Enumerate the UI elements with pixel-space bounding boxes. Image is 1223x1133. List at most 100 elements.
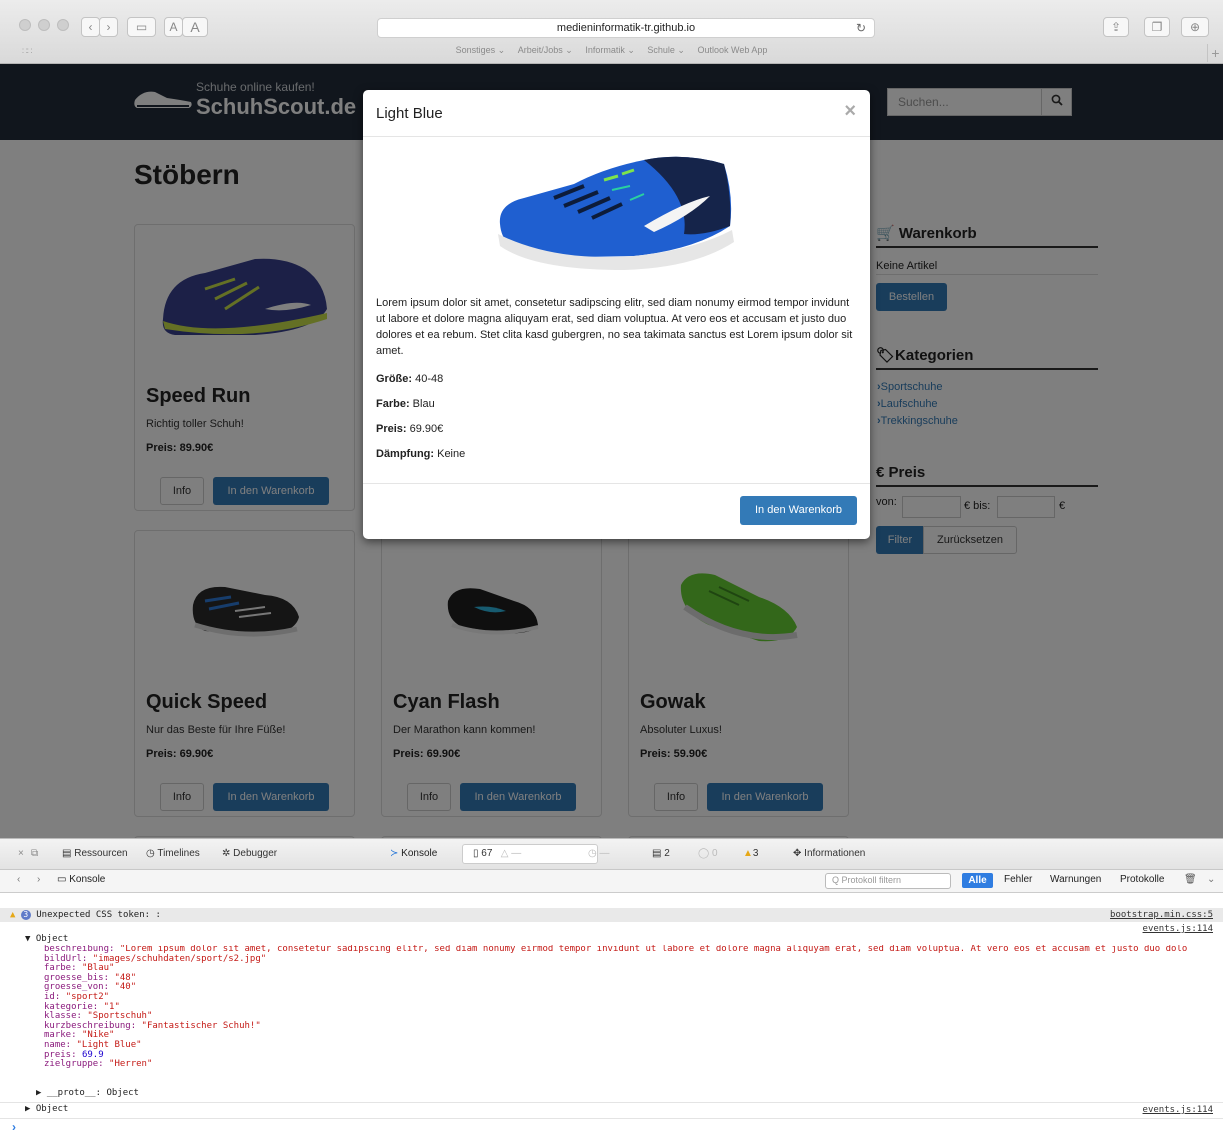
property-key: name:: [44, 1039, 77, 1050]
property-value: "48": [114, 972, 137, 983]
property-key: groesse_von:: [44, 982, 115, 993]
object-property: bildUrl: "images/schuhdaten/sport/s2.jpg…: [44, 954, 1223, 965]
time-counter[interactable]: ◷ —: [588, 848, 610, 859]
filter-all-button[interactable]: Alle: [962, 873, 993, 888]
object-toggle[interactable]: ▶ Object: [25, 1104, 68, 1115]
object-property: farbe: "Blau": [44, 963, 1223, 974]
chevron-right-icon[interactable]: ›: [37, 874, 40, 885]
reload-icon[interactable]: ↻: [856, 19, 866, 37]
bookmark-item[interactable]: Informatik ⌄: [585, 45, 635, 55]
chevron-down-icon[interactable]: ⌄: [1207, 874, 1215, 885]
back-button[interactable]: ‹: [81, 17, 100, 37]
dock-icon[interactable]: ⧉: [31, 848, 38, 859]
tab-label: Ressourcen: [74, 848, 128, 859]
bookmark-item[interactable]: Schule ⌄: [647, 45, 685, 55]
object-property: preis: 69.9: [44, 1049, 1223, 1061]
spec-label: Preis:: [376, 423, 407, 435]
close-inspector-icon[interactable]: ×: [18, 848, 24, 859]
product-image: [498, 156, 734, 270]
crosshair-icon: ✥: [793, 848, 802, 859]
property-value: "sport2": [65, 991, 110, 1002]
filter-warnings-button[interactable]: Warnungen: [1050, 874, 1101, 885]
log-filter-input[interactable]: Q Protokoll filtern: [825, 873, 951, 889]
object-toggle[interactable]: ▼ Object: [25, 934, 68, 945]
source-link[interactable]: bootstrap.min.css:5: [1110, 908, 1213, 922]
filter-errors-button[interactable]: Fehler: [1004, 874, 1032, 885]
source-link[interactable]: events.js:114: [1143, 924, 1213, 934]
tab-information[interactable]: ✥ Informationen: [793, 848, 865, 859]
chevron-left-icon[interactable]: ‹: [17, 874, 20, 885]
property-value: 69.9: [81, 1049, 104, 1060]
trash-icon[interactable]: 🗑: [1184, 874, 1197, 885]
resources-icon: ▤: [62, 848, 72, 859]
spec-size: Größe: 40-48: [376, 373, 443, 385]
console-row-divider: [0, 1118, 1223, 1119]
warning-message: Unexpected CSS token: :: [36, 910, 161, 920]
object-property: marke: "Nike": [44, 1031, 1223, 1041]
source-link[interactable]: events.js:114: [1143, 1105, 1213, 1115]
time-count: —: [599, 848, 610, 859]
object-property: name: "Light Blue": [44, 1039, 1223, 1051]
tab-label: Informationen: [804, 848, 866, 859]
tab-resources[interactable]: ▤ Ressourcen: [62, 848, 128, 859]
spec-value: 69.90€: [406, 423, 444, 435]
property-key: marke:: [44, 1030, 82, 1041]
proto-toggle[interactable]: ▶ __proto__: Object: [36, 1088, 139, 1099]
console-warning-row[interactable]: ▲ 3 Unexpected CSS token: : bootstrap.mi…: [0, 908, 1223, 922]
console-icon: ▭: [57, 874, 67, 885]
minimize-window-button[interactable]: [38, 19, 50, 31]
forward-button[interactable]: ›: [99, 17, 118, 37]
property-value: "Blau": [81, 963, 115, 974]
bookmark-item[interactable]: Outlook Web App: [697, 45, 767, 55]
warning-counter[interactable]: ▲3: [743, 848, 758, 859]
spec-value: Blau: [409, 398, 435, 410]
message-icon: ▤: [652, 848, 662, 859]
inspector-tab-bar: × ⧉ ▤ Ressourcen ◷ Timelines ✲ Debugger …: [0, 839, 1223, 870]
error-counter[interactable]: ◯ 0: [698, 848, 718, 859]
warning-icon: ▲: [743, 848, 753, 859]
new-tab-button[interactable]: +: [1207, 44, 1223, 62]
bookmark-item[interactable]: Arbeit/Jobs ⌄: [518, 45, 573, 55]
repeat-count-badge: 3: [20, 910, 31, 920]
resource-counters[interactable]: ▯ 67 △ —: [462, 844, 598, 864]
spec-label: Farbe:: [376, 398, 410, 410]
close-icon[interactable]: ×: [844, 100, 856, 123]
warning-count: 3: [752, 848, 759, 859]
share-button[interactable]: ⇪: [1103, 17, 1129, 37]
downloads-button[interactable]: ⊕: [1181, 17, 1209, 37]
clock-icon: ◷: [146, 848, 155, 859]
property-key: groesse_bis:: [44, 972, 115, 983]
spec-label: Größe:: [376, 373, 413, 385]
tabs-button[interactable]: ❐: [1144, 17, 1170, 37]
zoom-window-button[interactable]: [57, 19, 69, 31]
clock-icon: ◷: [588, 848, 597, 859]
tab-label: Konsole: [401, 848, 438, 859]
sidebar-toggle-button[interactable]: ▭: [127, 17, 156, 37]
web-inspector: × ⧉ ▤ Ressourcen ◷ Timelines ✲ Debugger …: [0, 838, 1223, 1133]
console-toolbar: ‹ › ▭ Konsole Q Protokoll filtern Alle F…: [0, 870, 1223, 893]
tab-console[interactable]: ≻ Konsole: [390, 848, 437, 859]
font-larger-button[interactable]: A: [182, 17, 208, 37]
property-value: "Sportschuh": [87, 1011, 153, 1022]
property-key: zielgruppe:: [44, 1059, 110, 1070]
font-smaller-button[interactable]: A: [164, 17, 183, 37]
object-property: groesse_von: "40": [44, 983, 1223, 993]
product-modal: Light Blue × Lorem ipsum dolor sit amet,…: [363, 90, 870, 539]
error-count: 0: [711, 848, 718, 859]
address-bar[interactable]: medieninformatik-tr.github.io ↻: [377, 18, 875, 38]
property-key: klasse:: [44, 1011, 88, 1022]
bookmark-item[interactable]: Sonstiges ⌄: [456, 45, 506, 55]
object-property: id: "sport2": [44, 991, 1223, 1003]
tab-debugger[interactable]: ✲ Debugger: [222, 848, 277, 859]
console-prompt[interactable]: ›: [12, 1120, 16, 1133]
log-counter[interactable]: ▤ 2: [652, 848, 670, 859]
size-count: —: [511, 848, 522, 859]
web-page: Schuhe online kaufen! SchuhScout.de Such…: [0, 64, 1223, 838]
console-row-divider: [0, 1102, 1223, 1103]
modal-add-to-cart-button[interactable]: In den Warenkorb: [740, 496, 857, 525]
filter-logs-button[interactable]: Protokolle: [1120, 874, 1164, 885]
close-window-button[interactable]: [19, 19, 31, 31]
modal-footer-divider: [363, 483, 870, 484]
bell-icon: △: [500, 848, 509, 859]
tab-timelines[interactable]: ◷ Timelines: [146, 848, 200, 859]
